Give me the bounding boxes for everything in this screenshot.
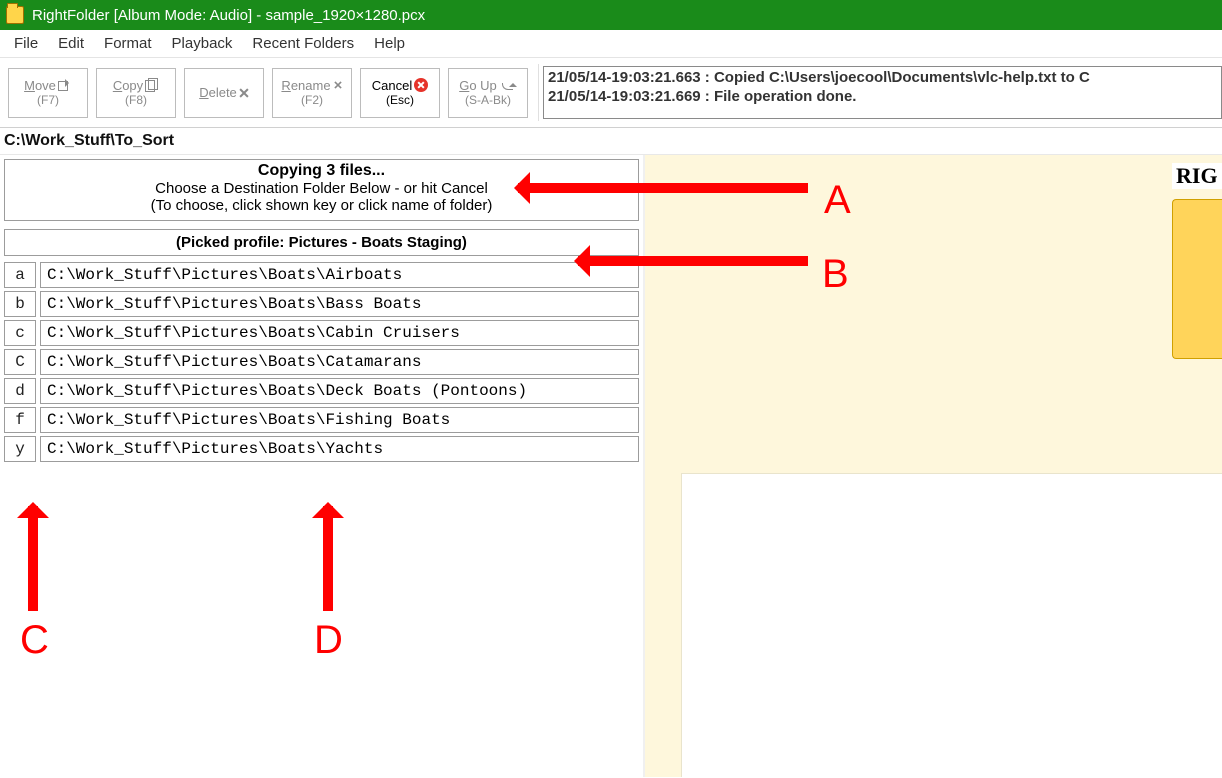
go-up-shortcut: (S-A-Bk) — [465, 93, 511, 107]
go-up-icon — [499, 79, 517, 91]
folder-key-button[interactable]: d — [4, 378, 36, 404]
cancel-icon — [414, 78, 428, 92]
menubar: File Edit Format Playback Recent Folders… — [0, 30, 1222, 58]
cancel-shortcut: (Esc) — [386, 93, 414, 107]
folder-row: bC:\Work_Stuff\Pictures\Boats\Bass Boats — [4, 291, 639, 317]
status-header: Copying 3 files... — [9, 162, 634, 180]
move-icon — [58, 80, 72, 91]
folder-path-button[interactable]: C:\Work_Stuff\Pictures\Boats\Airboats — [40, 262, 639, 288]
move-shortcut: (F7) — [37, 93, 59, 107]
preview-thumbnail — [1172, 199, 1222, 359]
folder-key-button[interactable]: b — [4, 291, 36, 317]
folder-path-button[interactable]: C:\Work_Stuff\Pictures\Boats\Cabin Cruis… — [40, 320, 639, 346]
menu-file[interactable]: File — [4, 32, 48, 55]
go-up-button[interactable]: Go Up (S-A-Bk) — [448, 68, 528, 118]
window-title: RightFolder [Album Mode: Audio] - sample… — [32, 7, 425, 24]
copy-icon — [145, 80, 159, 91]
folder-row: aC:\Work_Stuff\Pictures\Boats\Airboats — [4, 262, 639, 288]
menu-playback[interactable]: Playback — [162, 32, 243, 55]
folder-list: aC:\Work_Stuff\Pictures\Boats\AirboatsbC… — [4, 262, 639, 462]
folder-row: cC:\Work_Stuff\Pictures\Boats\Cabin Crui… — [4, 320, 639, 346]
cancel-label: Cancel — [372, 78, 412, 94]
folder-key-button[interactable]: y — [4, 436, 36, 462]
status-instruction-2: (To choose, click shown key or click nam… — [9, 197, 634, 214]
folder-row: CC:\Work_Stuff\Pictures\Boats\Catamarans — [4, 349, 639, 375]
log-line-1: 21/05/14-19:03:21.663 : Copied C:\Users\… — [548, 69, 1090, 86]
folder-row: fC:\Work_Stuff\Pictures\Boats\Fishing Bo… — [4, 407, 639, 433]
rename-x-icon — [334, 81, 342, 89]
preview-title-fragment: RIG — [1172, 163, 1222, 189]
titlebar: RightFolder [Album Mode: Audio] - sample… — [0, 0, 1222, 30]
toolbar: Move (F7) Copy (F8) Delete Rename (F2) — [0, 58, 1222, 128]
folder-path-button[interactable]: C:\Work_Stuff\Pictures\Boats\Catamarans — [40, 349, 639, 375]
menu-format[interactable]: Format — [94, 32, 162, 55]
folder-key-button[interactable]: c — [4, 320, 36, 346]
delete-x-icon — [239, 88, 249, 98]
folder-path-button[interactable]: C:\Work_Stuff\Pictures\Boats\Deck Boats … — [40, 378, 639, 404]
folder-key-button[interactable]: C — [4, 349, 36, 375]
delete-button[interactable]: Delete — [184, 68, 264, 118]
copy-shortcut: (F8) — [125, 93, 147, 107]
folder-path-button[interactable]: C:\Work_Stuff\Pictures\Boats\Bass Boats — [40, 291, 639, 317]
cancel-button[interactable]: Cancel (Esc) — [360, 68, 440, 118]
toolbar-buttons: Move (F7) Copy (F8) Delete Rename (F2) — [0, 58, 536, 127]
log-line-2: 21/05/14-19:03:21.669 : File operation d… — [548, 88, 856, 105]
menu-edit[interactable]: Edit — [48, 32, 94, 55]
rename-button[interactable]: Rename (F2) — [272, 68, 352, 118]
status-instruction-1: Choose a Destination Folder Below - or h… — [9, 180, 634, 197]
folder-key-button[interactable]: f — [4, 407, 36, 433]
status-block: Copying 3 files... Choose a Destination … — [4, 159, 639, 221]
log-pane[interactable]: 21/05/14-19:03:21.663 : Copied C:\Users\… — [543, 66, 1222, 119]
copy-button[interactable]: Copy (F8) — [96, 68, 176, 118]
toolbar-separator — [538, 64, 539, 121]
main-area: Copying 3 files... Choose a Destination … — [0, 155, 1222, 777]
folder-key-button[interactable]: a — [4, 262, 36, 288]
folder-path-button[interactable]: C:\Work_Stuff\Pictures\Boats\Fishing Boa… — [40, 407, 639, 433]
destination-panel: Copying 3 files... Choose a Destination … — [0, 155, 645, 777]
menu-help[interactable]: Help — [364, 32, 415, 55]
picked-profile: (Picked profile: Pictures - Boats Stagin… — [4, 229, 639, 256]
preview-pane: RIG — [645, 155, 1222, 777]
folder-row: dC:\Work_Stuff\Pictures\Boats\Deck Boats… — [4, 378, 639, 404]
folder-row: yC:\Work_Stuff\Pictures\Boats\Yachts — [4, 436, 639, 462]
current-path: C:\Work_Stuff\To_Sort — [0, 128, 1222, 155]
menu-recent-folders[interactable]: Recent Folders — [242, 32, 364, 55]
rename-shortcut: (F2) — [301, 93, 323, 107]
folder-path-button[interactable]: C:\Work_Stuff\Pictures\Boats\Yachts — [40, 436, 639, 462]
app-folder-icon — [6, 6, 24, 24]
preview-frame — [681, 473, 1222, 777]
move-button[interactable]: Move (F7) — [8, 68, 88, 118]
